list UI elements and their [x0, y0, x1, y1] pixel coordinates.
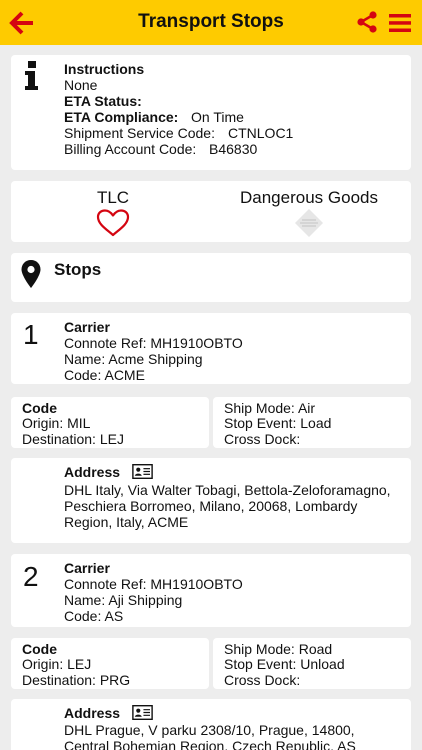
stop-1-mode-card: Ship Mode: Air Stop Event: Load Cross Do… — [213, 397, 411, 448]
instructions-card: Instructions None ETA Status: ETA Compli… — [11, 55, 411, 170]
stops-title: Stops — [54, 260, 102, 279]
eta-compliance-value: On Time — [191, 109, 244, 125]
destination: Destination: PRG — [22, 672, 131, 688]
tlc-label: TLC — [96, 188, 130, 207]
cross-dock: Cross Dock: — [224, 431, 301, 447]
carrier-heading: Carrier — [64, 319, 110, 335]
hamburger-menu-icon[interactable] — [389, 13, 411, 33]
flags-card: TLC Dangerous Goods — [11, 181, 411, 242]
app-header: Transport Stops — [0, 0, 422, 45]
ship-mode: Ship Mode: Air — [224, 400, 316, 416]
stop-event: Stop Event: Unload — [224, 656, 345, 672]
address-line: Peschiera Borromeo, Milano, 20068, Lomba… — [64, 498, 358, 514]
address-heading: Address — [64, 464, 121, 480]
address-line: Central Bohemian Region, Czech Republic,… — [64, 738, 356, 750]
origin: Origin: LEJ — [22, 656, 92, 672]
stop-1-carrier-card[interactable]: 1 Carrier Connote Ref: MH1910OBTO Name: … — [11, 313, 411, 384]
service-code-label: Shipment Service Code: — [64, 125, 215, 141]
cross-dock: Cross Dock: — [224, 672, 301, 688]
code-heading: Code — [22, 400, 57, 416]
dangerous-goods-label: Dangerous Goods — [240, 188, 378, 207]
connote-ref: Connote Ref: MH1910OBTO — [64, 576, 243, 592]
dangerous-goods-icon — [295, 209, 323, 237]
destination: Destination: LEJ — [22, 431, 124, 447]
stop-2-address-card: Address DHL Prague, V parku 2308/10, Pra… — [11, 699, 411, 750]
stop-2-mode-card: Ship Mode: Road Stop Event: Unload Cross… — [213, 638, 411, 689]
stop-number: 1 — [23, 319, 39, 350]
carrier-code: Code: AS — [64, 608, 124, 624]
stop-1-code-card: Code Origin: MIL Destination: LEJ — [11, 397, 209, 448]
info-icon — [25, 61, 38, 90]
contact-card-icon[interactable] — [132, 705, 153, 720]
address-line: DHL Prague, V parku 2308/10, Prague, 148… — [64, 722, 355, 738]
carrier-name: Name: Acme Shipping — [64, 351, 203, 367]
stop-event: Stop Event: Load — [224, 415, 332, 431]
carrier-heading: Carrier — [64, 560, 110, 576]
connote-ref: Connote Ref: MH1910OBTO — [64, 335, 243, 351]
stop-2-code-card: Code Origin: LEJ Destination: PRG — [11, 638, 209, 689]
address-heading: Address — [64, 705, 121, 721]
carrier-name: Name: Aji Shipping — [64, 592, 183, 608]
stop-1-address-card: Address DHL Italy, Via Walter Tobagi, Be… — [11, 458, 411, 543]
stop-number: 2 — [23, 561, 39, 592]
contact-card-icon[interactable] — [132, 464, 153, 479]
eta-compliance-label: ETA Compliance: — [64, 109, 179, 125]
billing-account-value: B46830 — [209, 141, 258, 157]
address-line: DHL Italy, Via Walter Tobagi, Bettola-Ze… — [64, 482, 391, 498]
share-icon[interactable] — [356, 11, 378, 33]
instructions-heading: Instructions — [64, 61, 145, 77]
service-code-value: CTNLOC1 — [228, 125, 294, 141]
carrier-code: Code: ACME — [64, 367, 145, 383]
heart-icon — [96, 209, 130, 237]
origin: Origin: MIL — [22, 415, 91, 431]
instructions-value: None — [64, 77, 98, 93]
eta-status-label: ETA Status: — [64, 93, 142, 109]
ship-mode: Ship Mode: Road — [224, 641, 333, 657]
code-heading: Code — [22, 641, 57, 657]
billing-account-label: Billing Account Code: — [64, 141, 197, 157]
address-line: Region, Italy, ACME — [64, 514, 189, 530]
location-pin-icon — [21, 260, 41, 288]
stops-section-header: Stops — [11, 253, 411, 302]
stop-2-carrier-card[interactable]: 2 Carrier Connote Ref: MH1910OBTO Name: … — [11, 554, 411, 627]
